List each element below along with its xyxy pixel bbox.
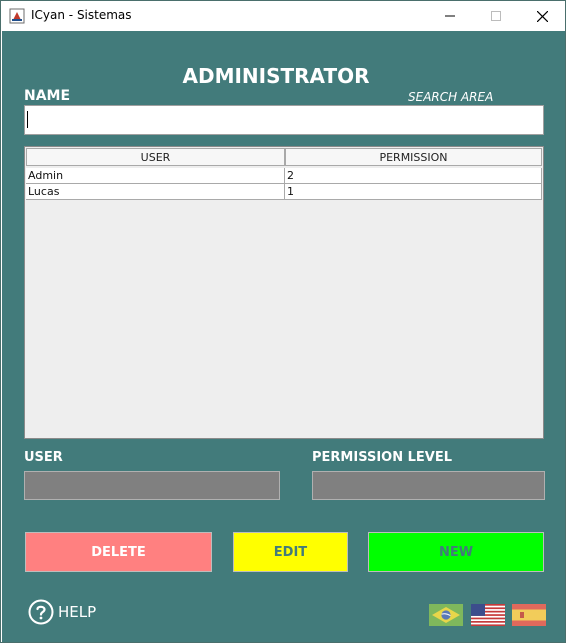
minimize-button[interactable] bbox=[427, 1, 473, 31]
help-button[interactable]: HELP bbox=[28, 599, 96, 625]
edit-button[interactable]: EDIT bbox=[233, 532, 348, 572]
table-cell-permission[interactable]: 2 bbox=[285, 168, 542, 184]
close-icon bbox=[536, 10, 548, 22]
users-table[interactable]: USER PERMISSION Admin 2 Lucas 1 bbox=[24, 146, 544, 439]
maximize-button[interactable] bbox=[473, 1, 519, 31]
table-header: USER PERMISSION bbox=[26, 148, 542, 166]
brazil-flag-icon[interactable] bbox=[429, 604, 463, 626]
table-row[interactable]: Admin 2 bbox=[26, 168, 542, 184]
name-search-input[interactable] bbox=[24, 105, 544, 135]
text-caret bbox=[27, 111, 28, 128]
help-icon bbox=[28, 599, 54, 625]
permission-level-field[interactable] bbox=[312, 471, 545, 500]
search-area-hint: SEARCH AREA bbox=[408, 90, 494, 104]
table-cell-permission[interactable]: 1 bbox=[285, 184, 542, 200]
title-bar[interactable]: ICyan - Sistemas bbox=[1, 1, 565, 31]
spain-flag-icon[interactable] bbox=[512, 604, 546, 626]
usa-flag-icon[interactable] bbox=[471, 604, 505, 626]
main-panel: ADMINISTRATOR NAME SEARCH AREA USER PERM… bbox=[2, 31, 565, 642]
java-app-icon bbox=[9, 8, 25, 24]
user-field[interactable] bbox=[24, 471, 280, 500]
table-body: Admin 2 Lucas 1 bbox=[26, 168, 542, 200]
name-label: NAME bbox=[24, 88, 71, 104]
app-window: ICyan - Sistemas ADMINISTRATOR NAME SEAR… bbox=[0, 0, 566, 643]
close-button[interactable] bbox=[519, 1, 565, 31]
maximize-icon bbox=[491, 11, 501, 21]
permission-level-label: PERMISSION LEVEL bbox=[312, 450, 453, 465]
table-cell-user[interactable]: Admin bbox=[26, 168, 285, 184]
window-title: ICyan - Sistemas bbox=[31, 8, 132, 22]
user-label: USER bbox=[24, 450, 63, 465]
new-button[interactable]: NEW bbox=[368, 532, 544, 572]
table-row[interactable]: Lucas 1 bbox=[26, 184, 542, 200]
delete-button[interactable]: DELETE bbox=[25, 532, 212, 572]
column-header-permission[interactable]: PERMISSION bbox=[285, 148, 542, 166]
column-header-user[interactable]: USER bbox=[26, 148, 285, 166]
minimize-icon bbox=[445, 15, 455, 17]
table-cell-user[interactable]: Lucas bbox=[26, 184, 285, 200]
page-title: ADMINISTRATOR bbox=[182, 64, 370, 88]
help-label: HELP bbox=[58, 603, 97, 621]
